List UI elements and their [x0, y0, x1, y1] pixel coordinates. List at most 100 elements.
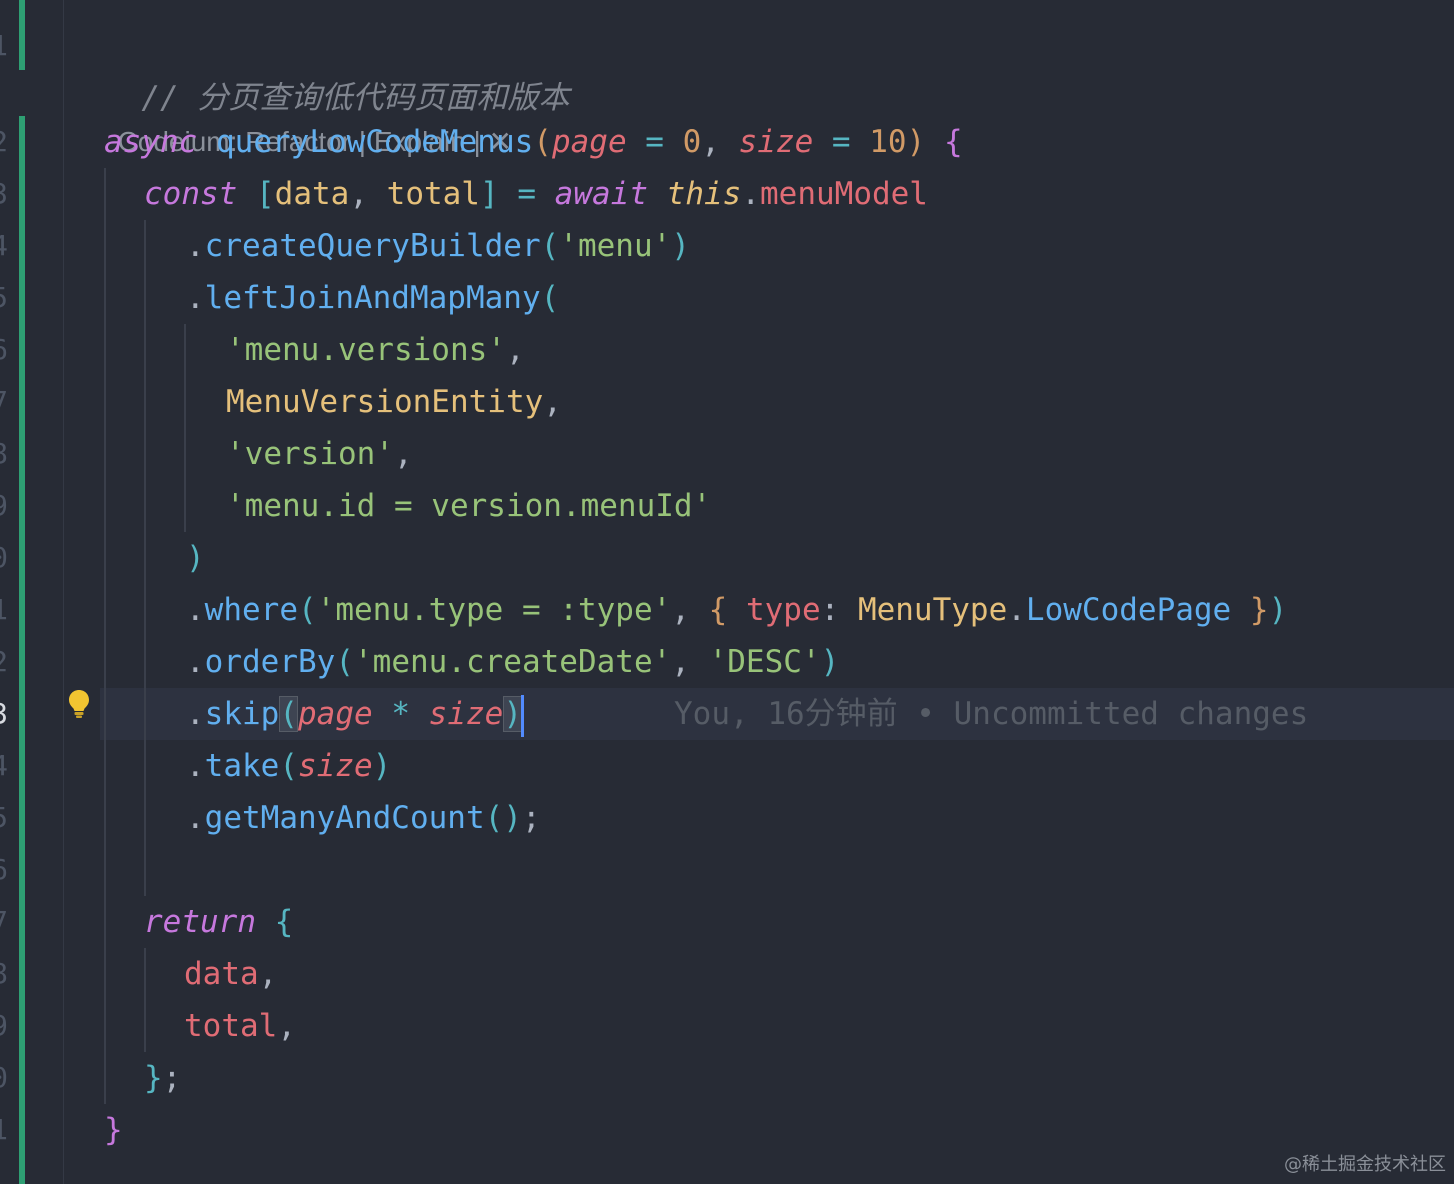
- method-name: queryLowCodeMenus: [216, 124, 534, 160]
- variable-total: total: [386, 176, 480, 212]
- bracket-match-close: ): [503, 696, 522, 732]
- semicolon: ;: [162, 1060, 182, 1096]
- comma: ,: [671, 592, 709, 628]
- dot: .: [186, 280, 205, 316]
- bracket-close: ]: [479, 176, 499, 212]
- line-number-gutter: 1 2 3 4 5 6 7 8 9 0 1 2 3 4 5 6 7 8 9 0 …: [0, 0, 12, 1184]
- code-line-8[interactable]: 'version',: [226, 428, 413, 480]
- code-line-21[interactable]: }: [104, 1104, 123, 1156]
- line-number-active: 3: [0, 688, 8, 740]
- string-literal: 'menu': [559, 228, 672, 264]
- line-number: 4: [0, 220, 8, 272]
- git-blame-annotation[interactable]: You, 16分钟前 • Uncommitted changes: [674, 688, 1308, 740]
- enum-name: MenuType: [857, 592, 1008, 628]
- bracket-open: [: [256, 176, 275, 212]
- param-size: size: [298, 748, 373, 784]
- line-number: 6: [0, 844, 8, 896]
- code-line-6[interactable]: 'menu.versions',: [226, 324, 525, 376]
- paren-open: (: [533, 124, 552, 160]
- operator: *: [372, 696, 429, 732]
- line-number: 2: [0, 636, 8, 688]
- param-page: page: [551, 124, 627, 160]
- code-line-15[interactable]: .getManyAndCount();: [186, 792, 541, 844]
- paren-open: (: [335, 644, 354, 680]
- code-line-10[interactable]: ): [186, 532, 205, 584]
- line-number: 5: [0, 272, 8, 324]
- method-call: createQueryBuilder: [204, 228, 541, 264]
- code-line-19[interactable]: total,: [184, 1000, 296, 1052]
- line-number: 0: [0, 532, 8, 584]
- brace-close: }: [1249, 592, 1269, 628]
- code-line-17[interactable]: return {: [144, 896, 293, 948]
- line-number: 8: [0, 948, 8, 1000]
- line-number: 0: [0, 1052, 8, 1104]
- paren-close: ): [372, 748, 392, 784]
- method-call: skip: [204, 696, 280, 732]
- code-line-2[interactable]: async queryLowCodeMenus(page = 0, size =…: [104, 116, 963, 168]
- line-number: 1: [0, 20, 8, 72]
- property-menumodel: menuModel: [760, 176, 928, 212]
- git-added-indicator[interactable]: [19, 116, 25, 1184]
- comma: ,: [671, 644, 709, 680]
- text-cursor: [520, 694, 524, 737]
- operator: =: [626, 124, 683, 160]
- code-line-7[interactable]: MenuVersionEntity,: [226, 376, 562, 428]
- line-number: 5: [0, 792, 8, 844]
- dot: .: [186, 592, 205, 628]
- line-number: 9: [0, 1000, 8, 1052]
- gutter-divider: [63, 0, 64, 1184]
- keyword-const: const: [144, 176, 238, 212]
- code-line-9[interactable]: 'menu.id = version.menuId': [226, 480, 711, 532]
- code-line-12[interactable]: .orderBy('menu.createDate', 'DESC'): [186, 636, 839, 688]
- line-number: 6: [0, 324, 8, 376]
- code-line-13[interactable]: .skip(page * size): [186, 688, 524, 740]
- comma: ,: [349, 176, 387, 212]
- brace-open: {: [943, 124, 963, 160]
- number: 10: [869, 124, 907, 160]
- paren-close: ): [1268, 592, 1288, 628]
- code-line-11[interactable]: .where('menu.type = :type', { type: Menu…: [186, 584, 1287, 636]
- code-line-20[interactable]: };: [144, 1052, 181, 1104]
- number: 0: [682, 124, 702, 160]
- code-line-3[interactable]: const [data, total] = await this.menuMod…: [144, 168, 928, 220]
- code-line-1[interactable]: // 分页查询低代码页面和版本: [104, 20, 569, 116]
- git-added-indicator[interactable]: [19, 0, 25, 70]
- line-number: 1: [0, 584, 8, 636]
- param-size: size: [428, 696, 504, 732]
- line-number: 8: [0, 428, 8, 480]
- indent-guide: [104, 168, 106, 1104]
- indent-guide: [184, 324, 186, 532]
- method-call: orderBy: [204, 644, 336, 680]
- comma: ,: [701, 124, 739, 160]
- paren-close: ): [671, 228, 690, 264]
- method-call: getManyAndCount: [204, 800, 485, 836]
- comma: ,: [258, 956, 278, 992]
- codeium-code-lens[interactable]: Codeium: Refactor | Explain | ✕: [102, 70, 512, 157]
- object-property: total: [184, 1008, 278, 1044]
- bracket-match-open: (: [279, 696, 298, 732]
- brace-close: }: [144, 1060, 163, 1096]
- variable-data: data: [274, 176, 350, 212]
- code-line-4[interactable]: .createQueryBuilder('menu'): [186, 220, 690, 272]
- line-number: 3: [0, 168, 8, 220]
- string-literal: 'menu.createDate': [354, 644, 672, 680]
- dot: .: [186, 696, 205, 732]
- code-line-14[interactable]: .take(size): [186, 740, 391, 792]
- paren-open: (: [540, 228, 560, 264]
- code-line-5[interactable]: .leftJoinAndMapMany(: [186, 272, 559, 324]
- brace-close: }: [104, 1112, 123, 1148]
- param-size: size: [738, 124, 814, 160]
- paren-close: ): [820, 644, 840, 680]
- line-number: 1: [0, 1104, 8, 1156]
- keyword-await: await: [554, 176, 648, 212]
- code-line-18[interactable]: data,: [184, 948, 277, 1000]
- method-call: leftJoinAndMapMany: [204, 280, 541, 316]
- watermark: @稀土掘金技术社区: [1284, 1154, 1446, 1175]
- keyword-return: return: [144, 904, 256, 940]
- string-literal: 'menu.type = :type': [316, 592, 672, 628]
- dot: .: [1007, 592, 1026, 628]
- line-number: 7: [0, 896, 8, 948]
- blame-text: You, 16分钟前 • Uncommitted changes: [674, 696, 1309, 732]
- lightbulb-icon[interactable]: [68, 689, 90, 719]
- object-key: type: [745, 592, 821, 628]
